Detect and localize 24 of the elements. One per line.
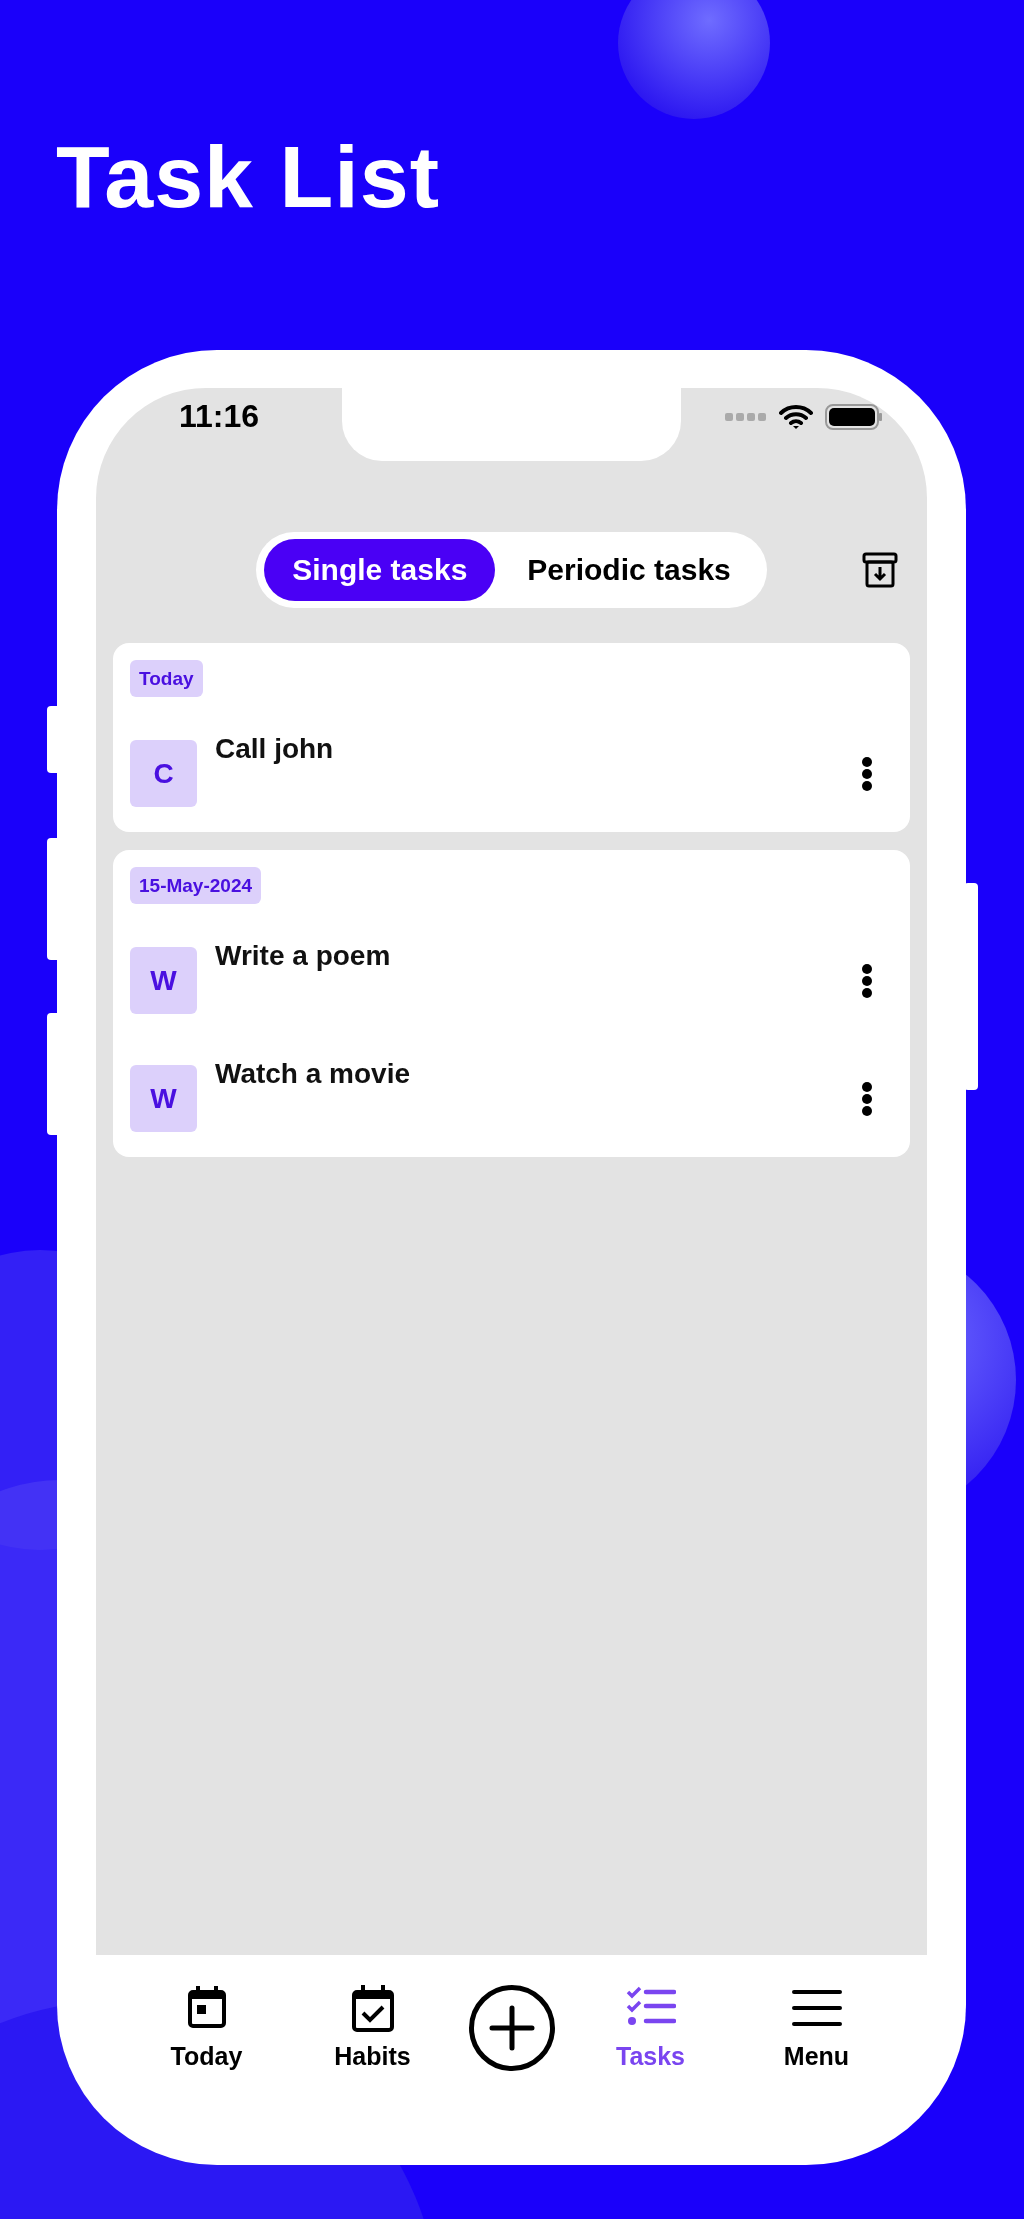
more-icon[interactable] (861, 963, 873, 999)
battery-icon (825, 403, 883, 430)
wifi-icon (779, 403, 813, 430)
status-time: 11:16 (178, 398, 260, 435)
task-title[interactable]: Watch a movie (215, 1058, 861, 1090)
nav-tab[interactable]: Today (136, 1984, 277, 2071)
task-avatar: W (130, 947, 197, 1014)
task-title[interactable]: Write a poem (215, 940, 861, 972)
nav-tab[interactable]: Habits (302, 1984, 443, 2071)
date-badge: Today (130, 660, 203, 697)
task-avatar: C (130, 740, 197, 807)
page-title: Task List (56, 133, 441, 221)
task-title[interactable]: Call john (215, 733, 861, 765)
more-icon[interactable] (861, 756, 873, 792)
plus-icon (488, 2004, 535, 2051)
segment-tab[interactable]: Periodic tasks (499, 539, 759, 601)
nav-tab[interactable]: Menu (746, 1984, 887, 2071)
segment-tab[interactable]: Single tasks (264, 539, 496, 601)
nav-tab[interactable]: Tasks (580, 1984, 721, 2071)
date-badge: 15-May-2024 (130, 867, 262, 904)
more-icon[interactable] (861, 1081, 873, 1117)
task-avatar: W (130, 1065, 197, 1132)
archive-icon[interactable] (861, 551, 899, 589)
signal-icon (725, 411, 767, 422)
